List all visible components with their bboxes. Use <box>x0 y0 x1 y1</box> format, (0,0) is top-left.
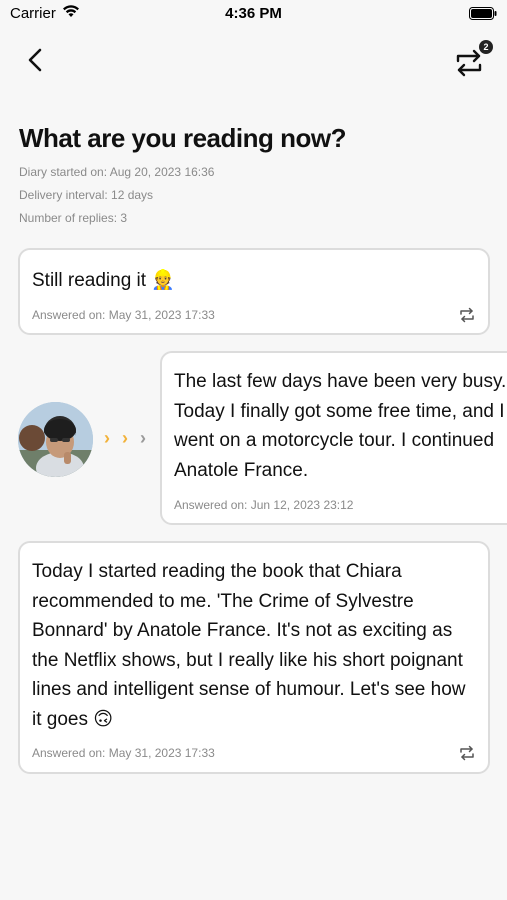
entry-text: The last few days have been very busy. T… <box>174 371 507 481</box>
repeat-icon[interactable] <box>458 307 476 323</box>
diary-entry-card[interactable]: Today I started reading the book that Ch… <box>18 541 490 774</box>
diary-started-label: Diary started on: Aug 20, 2023 16:36 <box>19 165 215 179</box>
diary-entry-card[interactable]: Still reading it 👷 Answered on: May 31, … <box>18 248 490 335</box>
entry-date: Answered on: May 31, 2023 17:33 <box>32 308 215 322</box>
delivery-interval-label: Delivery interval: 12 days <box>19 188 154 202</box>
avatar-photo <box>18 402 93 477</box>
avatar[interactable] <box>18 402 93 477</box>
battery-icon <box>469 7 497 25</box>
chevron-right-icon: › <box>140 428 146 448</box>
back-button[interactable] <box>22 46 50 74</box>
page-title: What are you reading now? <box>19 123 346 153</box>
repeat-icon <box>456 49 482 77</box>
diary-entry-card[interactable]: The last few days have been very busy. T… <box>160 351 507 525</box>
entry-text: Today I started reading the book that Ch… <box>32 561 466 730</box>
chevron-right-icon: › <box>122 428 128 448</box>
entry-text: Still reading it 👷 <box>32 270 175 291</box>
entry-date: Answered on: Jun 12, 2023 23:12 <box>174 498 354 512</box>
repeat-icon[interactable] <box>458 745 476 761</box>
status-bar: Carrier 4:36 PM <box>0 0 507 30</box>
repeat-button[interactable]: 2 <box>449 40 493 80</box>
repeat-count-badge: 2 <box>479 40 493 54</box>
reply-count-label: Number of replies: 3 <box>19 211 128 225</box>
status-time: 4:36 PM <box>225 5 282 22</box>
chevron-right-icon: › <box>104 428 110 448</box>
chevron-left-icon <box>28 48 42 72</box>
entry-date: Answered on: May 31, 2023 17:33 <box>32 746 215 760</box>
